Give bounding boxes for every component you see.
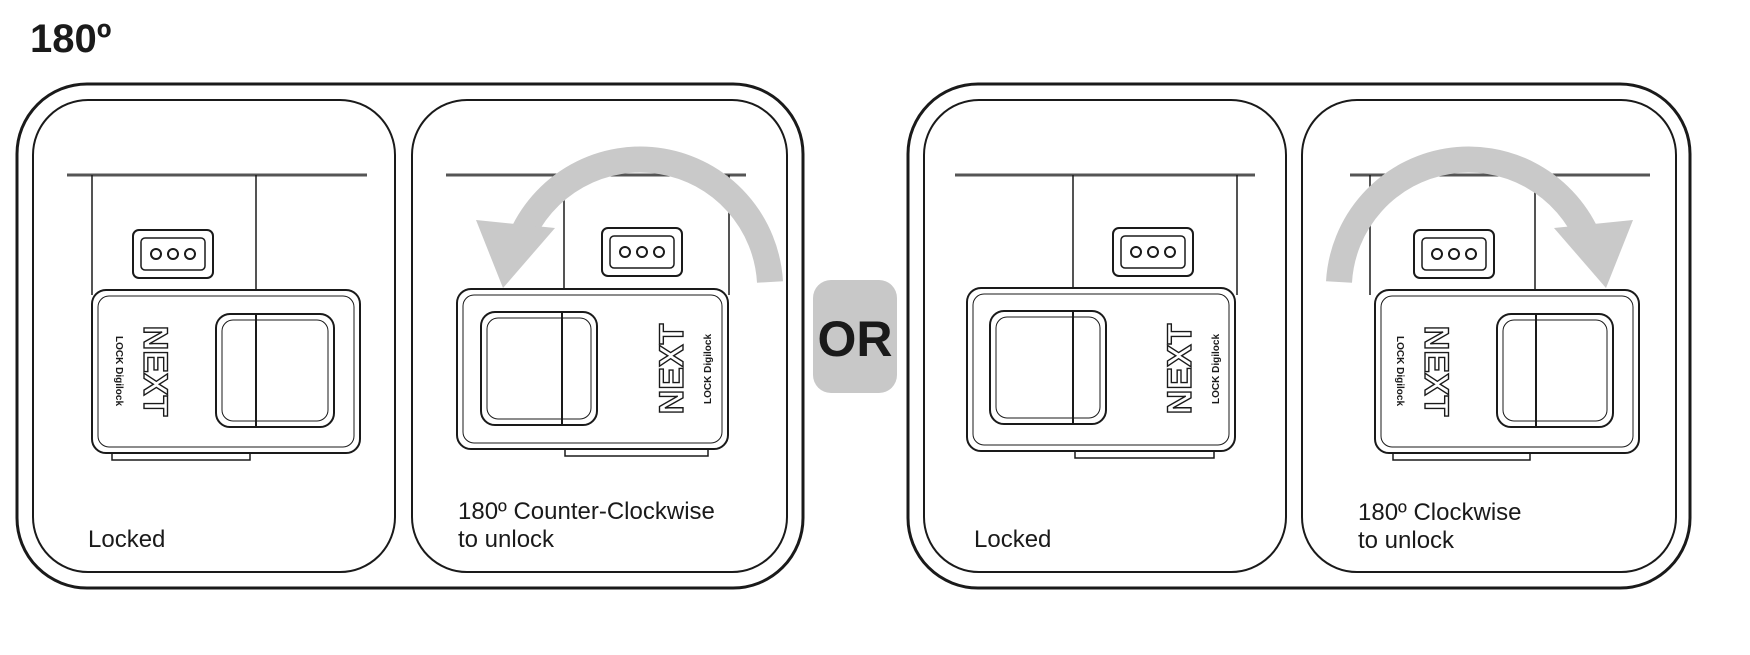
brand-logo: NEXT LOCK Digilock: [113, 325, 175, 417]
diagram-canvas: 180º NEXT LOCK Digilock Locked NEXT LOCK…: [15, 17, 1692, 590]
group-1-unlock-caption-line2: to unlock: [458, 526, 555, 553]
or-badge: OR: [813, 280, 897, 393]
lock-body: NEXT LOCK Digilock: [91, 289, 361, 461]
svg-text:NEXT: NEXT: [1161, 323, 1199, 414]
group-1-locked-panel: NEXT LOCK Digilock Locked: [32, 99, 396, 573]
group-2-locked-caption: Locked: [974, 526, 1051, 553]
brand-logo: NEXT LOCK Digilock: [1160, 323, 1222, 415]
svg-text:LOCK Digilock: LOCK Digilock: [1211, 334, 1222, 404]
group-2-unlock-caption-line1: 180º Clockwise: [1358, 499, 1522, 526]
group-2-unlock-panel: NEXT LOCK Digilock 180º Clockwise to unl…: [1301, 99, 1677, 573]
or-label: OR: [818, 311, 893, 367]
lock-body: NEXT LOCK Digilock: [456, 288, 729, 457]
angle-heading: 180º: [30, 17, 111, 61]
keeper-icon: [601, 227, 683, 277]
keeper-icon: [1112, 227, 1194, 277]
keeper-icon: [132, 229, 214, 279]
group-1-unlock-caption-line1: 180º Counter-Clockwise: [458, 498, 715, 525]
lock-body: NEXT LOCK Digilock: [1374, 289, 1640, 461]
svg-text:LOCK Digilock: LOCK Digilock: [1394, 336, 1405, 406]
svg-text:NEXT: NEXT: [136, 326, 174, 417]
brand-logo: NEXT LOCK Digilock: [1394, 325, 1456, 417]
group-2-unlock-caption-line2: to unlock: [1358, 527, 1455, 554]
group-1-unlock-panel: NEXT LOCK Digilock 180º Counter-Clockwis…: [411, 99, 788, 573]
keeper-icon: [1413, 229, 1495, 279]
group-1-locked-caption: Locked: [88, 526, 165, 553]
clockwise-arrow-icon: [1326, 146, 1633, 288]
group-2-locked-panel: NEXT LOCK Digilock Locked: [923, 99, 1287, 573]
svg-text:NEXT: NEXT: [653, 323, 691, 414]
lock-body: NEXT LOCK Digilock: [966, 287, 1236, 459]
svg-text:LOCK Digilock: LOCK Digilock: [703, 334, 714, 404]
brand-logo: NEXT LOCK Digilock: [652, 323, 714, 415]
svg-text:NEXT: NEXT: [1417, 326, 1455, 417]
svg-text:LOCK Digilock: LOCK Digilock: [113, 336, 124, 406]
